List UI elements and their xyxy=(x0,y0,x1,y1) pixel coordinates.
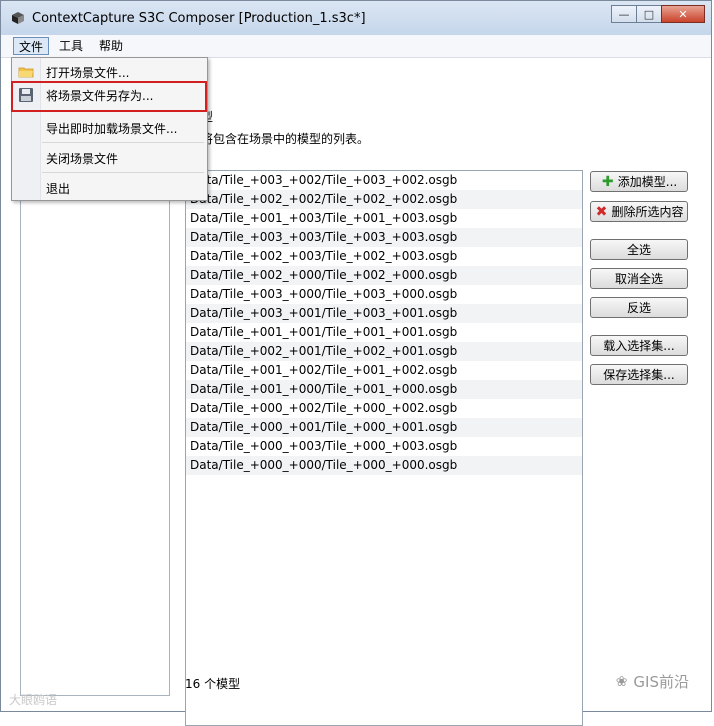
maximize-button[interactable]: □ xyxy=(636,5,662,23)
model-list-item[interactable]: Data/Tile_+003_+001/Tile_+003_+001.osgb xyxy=(186,304,582,323)
wechat-icon: ❀ xyxy=(615,673,628,690)
file-menu-dropdown: 打开场景文件... 将场景文件另存为... 导出即时加载场景文件... 关闭场景… xyxy=(11,57,208,201)
menu-close-scene-label: 关闭场景文件 xyxy=(46,152,119,166)
deselect-all-button[interactable]: 取消全选 xyxy=(590,268,688,289)
folder-icon xyxy=(18,67,34,78)
watermark-right: ❀ GIS前沿 xyxy=(616,671,689,692)
minimize-button[interactable]: — xyxy=(611,5,637,23)
window-controls: — □ ✕ xyxy=(611,5,705,23)
model-list-rows: Data/Tile_+003_+002/Tile_+003_+002.osgb D… xyxy=(186,171,582,475)
watermark-left: 大眼鸥语 xyxy=(9,693,58,707)
model-list-item[interactable]: Data/Tile_+001_+002/Tile_+001_+002.osgb xyxy=(186,361,582,380)
menu-help[interactable]: 帮助 xyxy=(94,37,128,55)
menu-export-label: 导出即时加载场景文件... xyxy=(46,122,178,136)
red-x-icon: ✖ xyxy=(595,203,608,220)
menu-exit-label: 退出 xyxy=(46,182,71,196)
remove-selected-button[interactable]: ✖ 删除所选内容 xyxy=(590,201,688,222)
load-selection-button[interactable]: 载入选择集... xyxy=(590,335,688,356)
model-list-item[interactable]: Data/Tile_+003_+003/Tile_+003_+003.osgb xyxy=(186,228,582,247)
model-list-item[interactable]: Data/Tile_+000_+000/Tile_+000_+000.osgb xyxy=(186,456,582,475)
app-window: ContextCapture S3C Composer [Production_… xyxy=(0,0,712,726)
menu-separator xyxy=(42,172,204,173)
remove-selected-label: 删除所选内容 xyxy=(611,205,684,219)
model-list-item[interactable]: Data/Tile_+002_+000/Tile_+002_+000.osgb xyxy=(186,266,582,285)
model-list-item[interactable]: Data/Tile_+001_+001/Tile_+001_+001.osgb xyxy=(186,323,582,342)
menu-separator xyxy=(42,142,204,143)
model-count: 16 个模型 xyxy=(185,677,241,691)
menu-export-instant-scene[interactable]: 导出即时加载场景文件... xyxy=(12,116,207,140)
menu-open-scene-label: 打开场景文件... xyxy=(46,66,130,80)
app-cube-icon xyxy=(12,12,24,24)
close-button[interactable]: ✕ xyxy=(661,5,705,23)
menu-file[interactable]: 文件 xyxy=(13,37,50,55)
highlight-annotation-box xyxy=(11,81,207,112)
model-list-item[interactable]: Data/Tile_+001_+000/Tile_+001_+000.osgb xyxy=(186,380,582,399)
section-description: 将包含在场景中的模型的列表。 xyxy=(201,132,370,146)
watermark-right-text: GIS前沿 xyxy=(633,673,689,691)
select-all-button[interactable]: 全选 xyxy=(590,239,688,260)
title-bar[interactable]: ContextCapture S3C Composer [Production_… xyxy=(1,1,711,35)
model-list-item[interactable]: Data/Tile_+000_+002/Tile_+000_+002.osgb xyxy=(186,399,582,418)
model-list-item[interactable]: Data/Tile_+002_+002/Tile_+002_+002.osgb xyxy=(186,190,582,209)
model-list-item[interactable]: Data/Tile_+000_+003/Tile_+000_+003.osgb xyxy=(186,437,582,456)
add-model-label: 添加模型... xyxy=(617,175,678,189)
menu-bar: 文件 工具 帮助 xyxy=(1,35,711,58)
menu-tools[interactable]: 工具 xyxy=(54,37,88,55)
plus-icon: ✚ xyxy=(601,173,614,190)
invert-selection-button[interactable]: 反选 xyxy=(590,297,688,318)
model-list-item[interactable]: Data/Tile_+003_+002/Tile_+003_+002.osgb xyxy=(186,171,582,190)
model-list[interactable]: Data/Tile_+003_+002/Tile_+003_+002.osgb D… xyxy=(185,170,583,726)
model-list-item[interactable]: Data/Tile_+002_+003/Tile_+002_+003.osgb xyxy=(186,247,582,266)
save-selection-button[interactable]: 保存选择集... xyxy=(590,364,688,385)
model-list-item[interactable]: Data/Tile_+003_+000/Tile_+003_+000.osgb xyxy=(186,285,582,304)
model-list-item[interactable]: Data/Tile_+001_+003/Tile_+001_+003.osgb xyxy=(186,209,582,228)
window-title: ContextCapture S3C Composer [Production_… xyxy=(32,11,366,26)
add-model-button[interactable]: ✚ 添加模型... xyxy=(590,171,688,192)
menu-exit[interactable]: 退出 xyxy=(12,176,207,200)
model-list-item[interactable]: Data/Tile_+000_+001/Tile_+000_+001.osgb xyxy=(186,418,582,437)
menu-close-scene[interactable]: 关闭场景文件 xyxy=(12,146,207,170)
model-list-item[interactable]: Data/Tile_+002_+001/Tile_+002_+001.osgb xyxy=(186,342,582,361)
